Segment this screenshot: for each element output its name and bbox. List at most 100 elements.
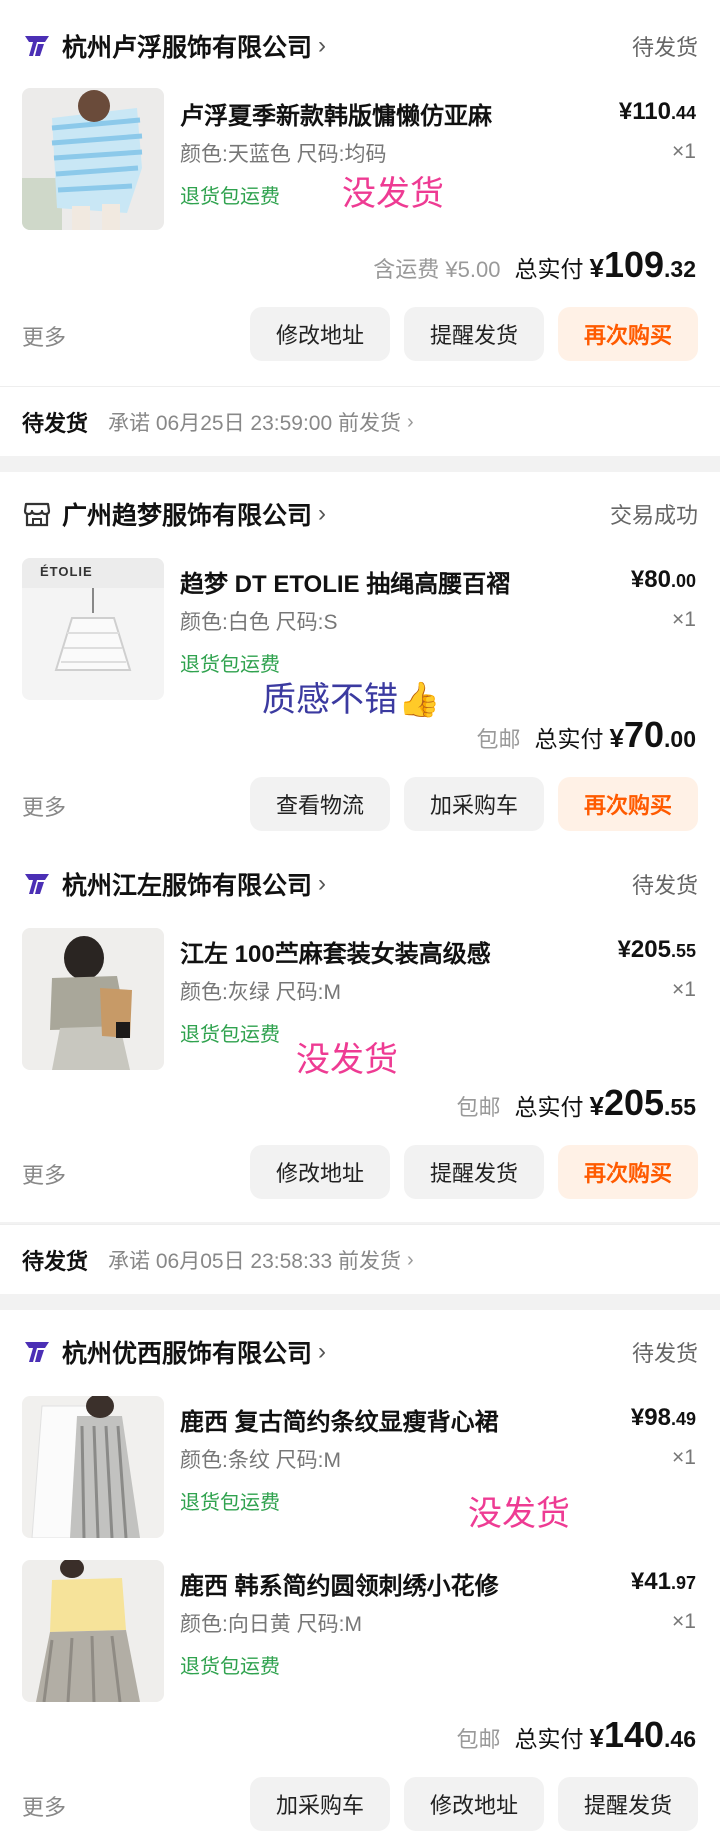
total-currency: ¥ xyxy=(609,723,624,753)
product-thumbnail[interactable]: ÉTOLIE xyxy=(22,558,164,700)
shop-name: 杭州江左服饰有限公司 xyxy=(62,872,313,900)
ship-promise-bar[interactable]: 待发货 承诺 06月05日 23:58:33 前发货 › xyxy=(0,1224,720,1294)
product-thumbnail[interactable] xyxy=(22,928,164,1070)
return-shipping-badge: 退货包运费 xyxy=(180,1492,280,1514)
price-dec: .49 xyxy=(670,1409,696,1429)
chevron-right-icon: › xyxy=(318,32,327,59)
shop-header[interactable]: 杭州优西服饰有限公司 › 待发货 xyxy=(22,1332,698,1372)
order-card-2: 广州趋梦服饰有限公司 › 交易成功 ÉTOLIE 趋梦 DT ETOLIE 抽绳… xyxy=(0,472,720,1222)
total-value: ¥70.00 xyxy=(610,714,697,756)
order-status: 待发货 xyxy=(631,35,698,60)
total-dec: .00 xyxy=(664,726,696,752)
promise-text: 承诺 06月05日 23:58:33 前发货 xyxy=(108,1249,401,1273)
product-qty: ×1 xyxy=(672,608,696,631)
product-spec: 颜色:白色 尺码:S xyxy=(180,611,338,634)
total-int: 70 xyxy=(623,714,665,755)
product-spec: 颜色:向日黄 尺码:M xyxy=(180,1613,362,1636)
buy-again-button[interactable]: 再次购买 xyxy=(558,307,698,361)
brand-shop-icon xyxy=(22,869,52,899)
price-int: ¥41 xyxy=(630,1568,671,1595)
total-row: 包邮 总实付 ¥140.46 xyxy=(456,1714,696,1756)
total-value: ¥140.46 xyxy=(589,1714,696,1756)
chevron-right-icon: › xyxy=(406,410,414,433)
chevron-right-icon: › xyxy=(318,500,327,527)
shop-header[interactable]: 杭州卢浮服饰有限公司 › 待发货 xyxy=(22,26,698,66)
modify-address-button[interactable]: 修改地址 xyxy=(250,307,390,361)
product-title[interactable]: 趋梦 DT ETOLIE 抽绳高腰百褶 xyxy=(180,564,510,599)
product-qty: ×1 xyxy=(672,140,696,163)
price-int: ¥205 xyxy=(617,936,671,963)
product-thumbnail[interactable] xyxy=(22,1560,164,1702)
product-price: ¥80.00 xyxy=(631,566,696,594)
shop-header[interactable]: 广州趋梦服饰有限公司 › 交易成功 xyxy=(22,494,698,534)
shop-header[interactable]: 杭州江左服饰有限公司 › 待发货 xyxy=(22,864,698,904)
price-int: ¥98 xyxy=(630,1404,671,1431)
product-qty: ×1 xyxy=(672,1446,696,1469)
modify-address-button[interactable]: 修改地址 xyxy=(404,1777,544,1831)
order-card-1: 杭州卢浮服饰有限公司 › 待发货 卢浮夏季新款韩版慵懒仿亚麻 颜色:天蓝色 尺码… xyxy=(0,0,720,386)
price-dec: .44 xyxy=(670,103,696,123)
order-card-4: 杭州优西服饰有限公司 › 待发货 鹿西 复古简约条纹显瘦背心裙 颜色:条纹 尺码… xyxy=(0,1310,720,1832)
return-shipping-badge: 退货包运费 xyxy=(180,1024,280,1046)
total-row: 含运费 ¥5.00 总实付 ¥109.32 xyxy=(373,244,696,286)
product-thumbnail[interactable] xyxy=(22,88,164,230)
product-qty: ×1 xyxy=(672,1610,696,1633)
product-title[interactable]: 江左 100苎麻套装女装高级感 xyxy=(180,934,491,969)
total-dec: .46 xyxy=(664,1726,696,1752)
total-row: 包邮 总实付 ¥70.00 xyxy=(476,714,696,756)
remind-ship-button[interactable]: 提醒发货 xyxy=(404,1145,544,1199)
product-thumbnail[interactable] xyxy=(22,1396,164,1538)
shipping-label: 含运费 ¥5.00 xyxy=(373,257,501,282)
price-dec: .97 xyxy=(670,1573,696,1593)
more-link[interactable]: 更多 xyxy=(22,320,66,352)
product-title[interactable]: 鹿西 复古简约条纹显瘦背心裙 xyxy=(180,1402,499,1437)
total-currency: ¥ xyxy=(589,253,604,283)
remind-ship-button[interactable]: 提醒发货 xyxy=(558,1777,698,1831)
total-label: 总实付 xyxy=(534,726,604,752)
handwritten-annotation: 没发货 xyxy=(296,1040,398,1080)
total-currency: ¥ xyxy=(589,1723,604,1753)
shop-name: 杭州优西服饰有限公司 xyxy=(62,1340,313,1368)
total-dec: .32 xyxy=(664,256,696,282)
brand-shop-icon xyxy=(22,1337,52,1367)
promise-text: 承诺 06月25日 23:59:00 前发货 xyxy=(108,411,401,435)
more-link[interactable]: 更多 xyxy=(22,1158,66,1190)
total-int: 109 xyxy=(603,244,665,285)
more-link[interactable]: 更多 xyxy=(22,790,66,822)
shipping-label: 包邮 xyxy=(456,1095,501,1120)
chevron-right-icon: › xyxy=(318,870,327,897)
brand-shop-icon xyxy=(22,31,52,61)
modify-address-button[interactable]: 修改地址 xyxy=(250,1145,390,1199)
price-dec: .00 xyxy=(670,571,696,591)
view-logistics-button[interactable]: 查看物流 xyxy=(250,777,390,831)
price-int: ¥110 xyxy=(618,98,671,125)
product-title[interactable]: 鹿西 韩系简约圆领刺绣小花修 xyxy=(180,1566,499,1601)
order-status: 待发货 xyxy=(631,873,698,898)
total-dec: .55 xyxy=(664,1094,696,1120)
shipping-label: 包邮 xyxy=(476,727,521,752)
buy-again-button[interactable]: 再次购买 xyxy=(558,777,698,831)
price-int: ¥80 xyxy=(630,566,671,593)
product-title[interactable]: 卢浮夏季新款韩版慵懒仿亚麻 xyxy=(180,96,492,131)
more-link[interactable]: 更多 xyxy=(22,1790,66,1822)
handwritten-annotation: 没发货 xyxy=(468,1494,570,1534)
chevron-right-icon: › xyxy=(318,1338,327,1365)
remind-ship-button[interactable]: 提醒发货 xyxy=(404,307,544,361)
total-value: ¥205.55 xyxy=(589,1082,696,1124)
promise-label: 待发货 xyxy=(22,410,89,436)
total-int: 140 xyxy=(603,1714,665,1755)
total-row: 包邮 总实付 ¥205.55 xyxy=(456,1082,696,1124)
total-currency: ¥ xyxy=(589,1091,604,1121)
return-shipping-badge: 退货包运费 xyxy=(180,1656,280,1678)
thumbnail-brand-text: ÉTOLIE xyxy=(40,564,93,579)
shipping-label: 包邮 xyxy=(456,1727,501,1752)
ship-promise-bar[interactable]: 待发货 承诺 06月25日 23:59:00 前发货 › xyxy=(0,386,720,456)
order-status: 交易成功 xyxy=(609,503,698,528)
buy-again-button[interactable]: 再次购买 xyxy=(558,1145,698,1199)
shop-name: 广州趋梦服饰有限公司 xyxy=(62,502,313,530)
chevron-right-icon: › xyxy=(406,1248,414,1271)
add-to-cart-button[interactable]: 加采购车 xyxy=(404,777,544,831)
price-dec: .55 xyxy=(670,941,696,961)
total-int: 205 xyxy=(603,1082,665,1123)
add-to-cart-button[interactable]: 加采购车 xyxy=(250,1777,390,1831)
